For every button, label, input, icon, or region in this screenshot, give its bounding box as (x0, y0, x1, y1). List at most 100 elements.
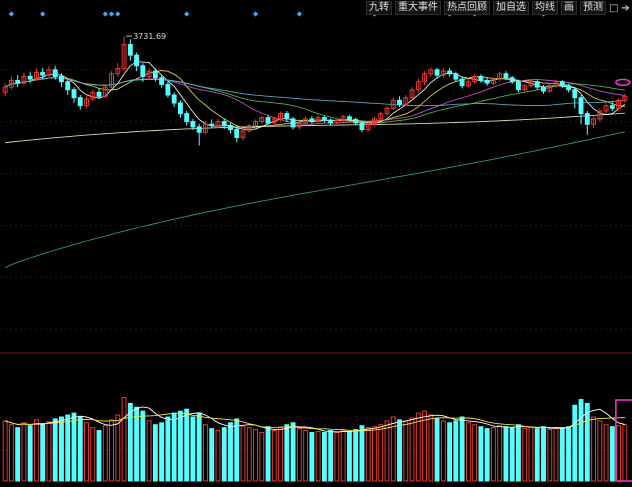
candle-body (77, 97, 83, 107)
candle-body (309, 118, 315, 123)
candle-body (484, 79, 490, 84)
add-watchlist-button[interactable]: 加自选 (493, 1, 529, 15)
volume-bar (27, 425, 33, 482)
volume-bar (102, 425, 108, 482)
volume-bar (234, 418, 240, 482)
volume-bar (159, 422, 165, 482)
candle-body (509, 77, 515, 83)
volume-bar (509, 427, 515, 482)
candle-body (196, 126, 202, 133)
exit-icon[interactable]: ➔ (621, 3, 630, 14)
volume-bar (203, 424, 208, 482)
event-diamond (102, 11, 108, 17)
moving-average-button[interactable]: 均线 (532, 1, 558, 15)
candle-body (572, 89, 578, 99)
volume-bar (490, 427, 496, 482)
volume-bar (384, 420, 390, 482)
candle-body (584, 113, 590, 125)
volume-bar (478, 426, 484, 482)
candle-body (359, 122, 365, 131)
volume-bar (422, 410, 427, 482)
volume-bar (603, 424, 609, 482)
candle-body (127, 44, 133, 56)
volume-bar (459, 416, 465, 482)
volume-bar (152, 424, 158, 482)
volume-bar (65, 414, 71, 482)
candle-body (59, 75, 64, 83)
volume-bar (547, 429, 553, 482)
candle-body (447, 70, 453, 75)
candle-body (516, 81, 521, 91)
event-diamond (108, 11, 115, 17)
volume-bar (622, 424, 628, 482)
volume-bar (221, 427, 227, 482)
volume-bar (127, 402, 133, 482)
volume-bar (566, 426, 571, 482)
volume-bar (8, 424, 14, 482)
volume-bar (2, 420, 8, 482)
candle-body (265, 117, 271, 124)
candle-body (209, 123, 215, 127)
hot-review-button[interactable]: 热点回顾 (444, 1, 490, 15)
volume-bar (328, 430, 334, 482)
volume-bar (553, 428, 559, 482)
candle-body (159, 77, 165, 85)
volume-bar (265, 426, 271, 482)
volume-bar (309, 432, 315, 482)
volume-bar (472, 424, 478, 482)
forecast-button[interactable]: 预测 (580, 1, 606, 15)
volume-bar (428, 414, 434, 482)
volume-bar (315, 431, 321, 482)
draw-button[interactable]: 画 (561, 1, 577, 15)
volume-bar (353, 429, 359, 482)
event-diamond (115, 11, 121, 17)
volume-bar (240, 426, 246, 482)
volume-bar (534, 428, 540, 482)
volume-bar (378, 424, 384, 482)
volume-bar (340, 430, 346, 482)
volume-bar (146, 420, 152, 482)
volume-bar (321, 432, 327, 482)
volume-bar (115, 414, 121, 482)
candle-body (353, 118, 359, 124)
volume-bar (290, 422, 296, 482)
candle-body (346, 116, 352, 120)
volume-bar (465, 422, 471, 482)
volume-bar (15, 427, 21, 482)
volume-bar (334, 432, 340, 482)
event-diamond (8, 11, 14, 17)
kline-chart[interactable]: 3731.69 (0, 0, 632, 483)
volume-bar (609, 426, 615, 482)
jiuzhuan-button[interactable]: 九转 (366, 1, 392, 15)
candle-body (177, 102, 183, 115)
candle-body (397, 99, 402, 105)
volume-bar (90, 427, 96, 482)
event-diamond (252, 11, 259, 17)
volume-bar (365, 427, 371, 482)
volume-bar (296, 428, 302, 482)
volume-bar (359, 425, 365, 482)
volume-bar (71, 412, 77, 482)
candle-body (165, 83, 171, 96)
volume-bar (403, 421, 409, 482)
volume-bar (253, 429, 258, 482)
volume-bar (303, 430, 309, 482)
volume-bar (209, 428, 215, 482)
candle-body (459, 78, 465, 87)
major-events-button[interactable]: 重大事件 (395, 1, 441, 15)
volume-bar (196, 412, 202, 482)
volume-bar (171, 412, 177, 482)
volume-bar (228, 422, 233, 482)
volume-bar (177, 410, 183, 482)
candle-body (184, 113, 190, 123)
event-diamond (184, 11, 190, 17)
lock-icon[interactable]: □ (609, 3, 618, 14)
volume-bar (591, 416, 597, 482)
ma120-line (5, 112, 625, 144)
volume-bar (453, 420, 459, 482)
candle-body (140, 65, 146, 77)
candle-body (534, 81, 540, 88)
candle-body (290, 118, 296, 128)
candle-body (453, 73, 459, 80)
volume-bar (190, 416, 196, 482)
